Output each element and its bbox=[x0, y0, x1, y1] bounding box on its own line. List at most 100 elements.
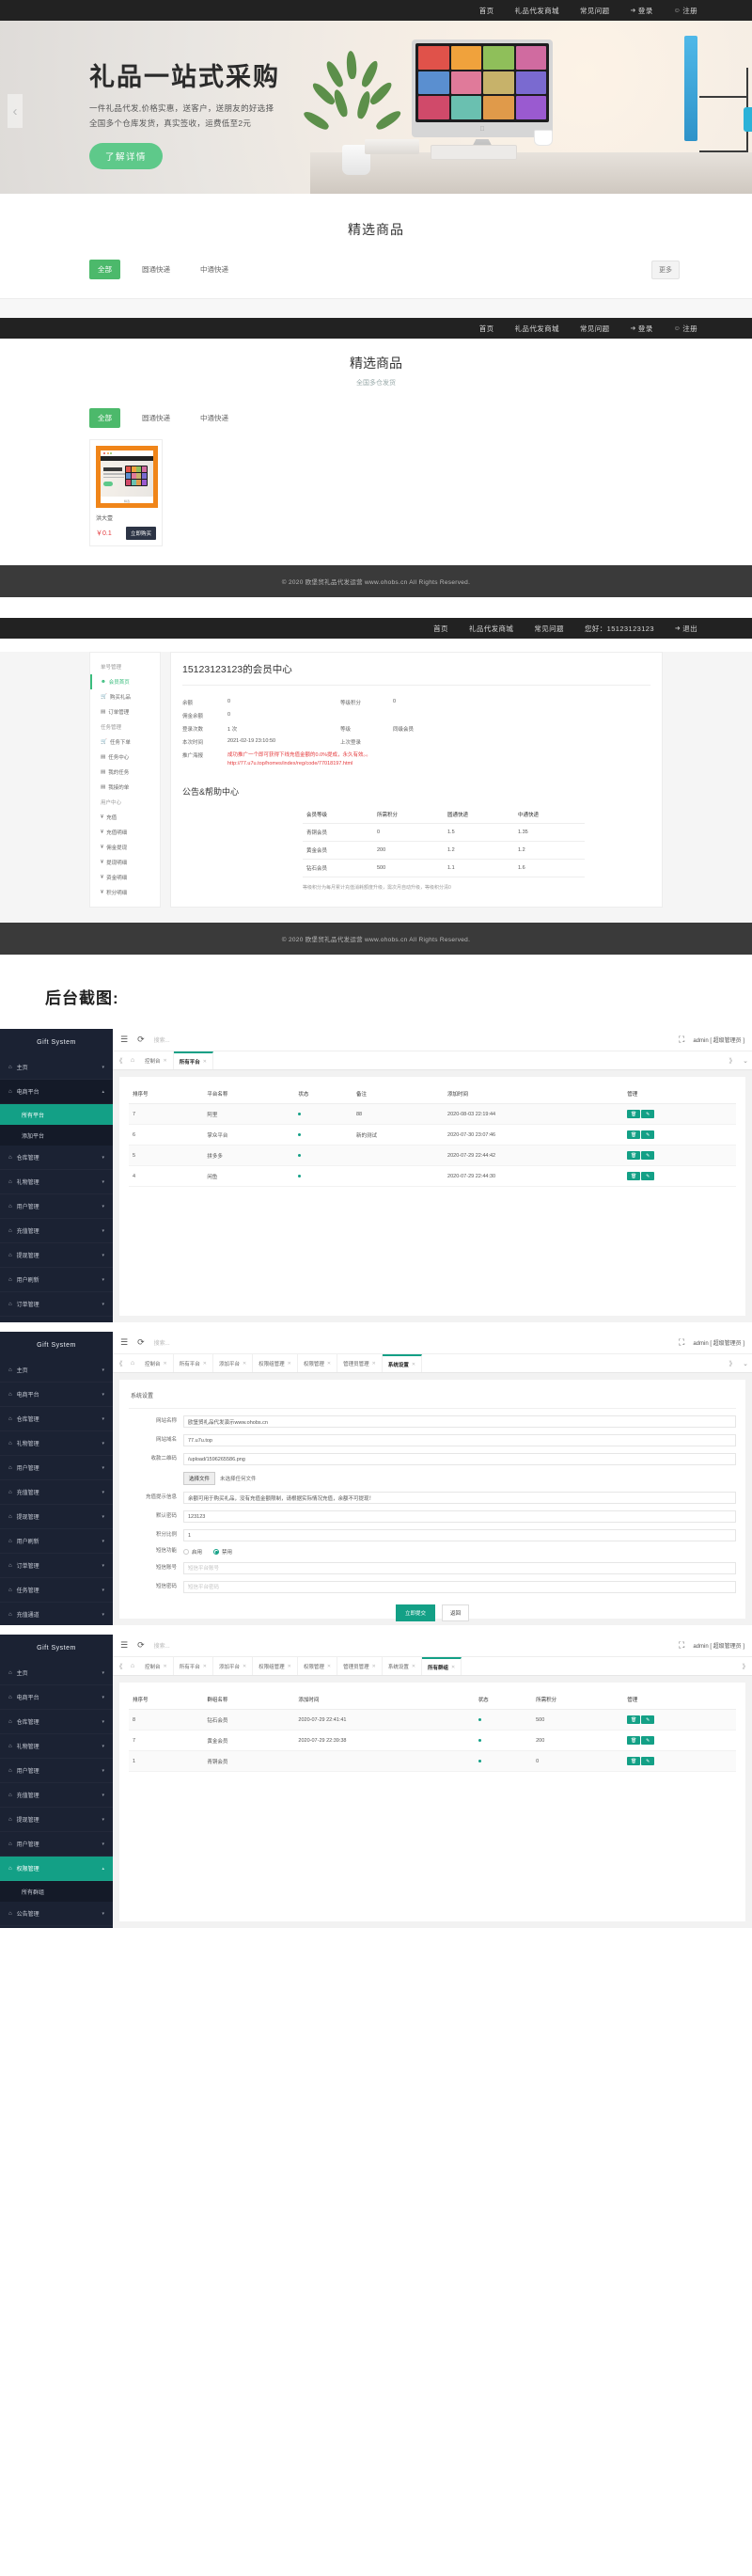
member-item-withdraw[interactable]: ¥佣金提现 bbox=[90, 840, 160, 855]
admin3-menu-7[interactable]: ⌂用户管理▾ bbox=[0, 1832, 113, 1857]
refresh-icon[interactable]: ⟳ bbox=[137, 1640, 145, 1651]
nav-item-mall[interactable]: 礼品代发商城 bbox=[515, 6, 559, 16]
filter2-tab-zt[interactable]: 中通快递 bbox=[192, 408, 237, 428]
tab-home-icon[interactable]: ⌂ bbox=[126, 1051, 139, 1069]
tab-dropdown-icon[interactable]: ⌄ bbox=[739, 1051, 752, 1069]
admin3-submenu-groups[interactable]: 所有群组 bbox=[0, 1881, 113, 1902]
mnav-logout[interactable]: ➜退出 bbox=[675, 624, 697, 634]
admin-user-label[interactable]: admin [ 超级管理员 ] bbox=[693, 1641, 744, 1650]
close-icon[interactable]: ✕ bbox=[288, 1664, 291, 1669]
learn-more-button[interactable]: 了解详情 bbox=[89, 143, 163, 169]
admin3-tab-6[interactable]: 系统设置✕ bbox=[383, 1657, 422, 1675]
delete-button[interactable]: 🗑 bbox=[627, 1736, 640, 1745]
admin3-tab-1[interactable]: 所有平台✕ bbox=[174, 1657, 213, 1675]
admin2-tab-6[interactable]: 系统设置✕ bbox=[383, 1354, 422, 1372]
admin2-menu-8[interactable]: ⌂订单管理▾ bbox=[0, 1554, 113, 1578]
close-icon[interactable]: ✕ bbox=[451, 1665, 455, 1670]
admin1-submenu-all-platforms[interactable]: 所有平台 bbox=[0, 1104, 113, 1125]
admin3-menu-8[interactable]: ⌂权限管理▴ bbox=[0, 1857, 113, 1881]
delete-button[interactable]: 🗑 bbox=[627, 1715, 640, 1724]
nav2-item-home[interactable]: 首页 bbox=[479, 324, 494, 334]
promo-link[interactable]: http://77.u7u.top/homes/index/reg/code/7… bbox=[227, 760, 650, 768]
sms-password-input[interactable] bbox=[183, 1581, 736, 1593]
fullscreen-icon[interactable]: ⛶ bbox=[679, 1035, 684, 1045]
admin-user-label[interactable]: admin [ 超级管理员 ] bbox=[693, 1035, 744, 1044]
close-icon[interactable]: ✕ bbox=[327, 1361, 331, 1367]
nav-item-login[interactable]: ➜登录 bbox=[631, 6, 653, 16]
admin1-menu-user-refresh[interactable]: ⌂用户刷新▾ bbox=[0, 1268, 113, 1292]
member-item-accepted[interactable]: ▤我接的单 bbox=[90, 780, 160, 795]
nav-item-home[interactable]: 首页 bbox=[479, 6, 494, 16]
admin1-menu-recharge[interactable]: ⌂充值管理▾ bbox=[0, 1219, 113, 1243]
search-placeholder[interactable]: 搜索... bbox=[154, 1338, 170, 1347]
admin3-menu-1[interactable]: ⌂电商平台▾ bbox=[0, 1685, 113, 1710]
admin3-menu-6[interactable]: ⌂提现管理▾ bbox=[0, 1808, 113, 1832]
admin1-menu-user[interactable]: ⌂用户管理▾ bbox=[0, 1194, 113, 1219]
admin-user-label[interactable]: admin [ 超级管理员 ] bbox=[693, 1338, 744, 1347]
close-icon[interactable]: ✕ bbox=[372, 1361, 376, 1367]
radio-sms-disable[interactable]: 禁用 bbox=[213, 1548, 232, 1556]
admin2-menu-10[interactable]: ⌂充值通道▾ bbox=[0, 1603, 113, 1625]
admin2-menu-1[interactable]: ⌂电商平台▾ bbox=[0, 1383, 113, 1407]
member-item-orders[interactable]: ▤订单管理 bbox=[90, 704, 160, 719]
buy-now-button[interactable]: 立即购买 bbox=[126, 527, 156, 540]
filter2-tab-yt[interactable]: 圆通快递 bbox=[133, 408, 179, 428]
close-icon[interactable]: ✕ bbox=[243, 1361, 246, 1367]
delete-button[interactable]: 🗑 bbox=[627, 1172, 640, 1180]
tab-prev-icon[interactable]: 《 bbox=[113, 1354, 126, 1372]
nav-item-register[interactable]: ☺注册 bbox=[674, 6, 697, 16]
site-name-input[interactable] bbox=[183, 1415, 736, 1428]
nav2-item-faq[interactable]: 常见问题 bbox=[580, 324, 610, 334]
admin3-tab-0[interactable]: 控制台✕ bbox=[139, 1657, 174, 1675]
side-tab-decor[interactable] bbox=[744, 107, 752, 132]
admin1-menu-warehouse[interactable]: ⌂仓库管理▾ bbox=[0, 1146, 113, 1170]
point-ratio-input[interactable] bbox=[183, 1529, 736, 1541]
search-placeholder[interactable]: 搜索... bbox=[154, 1641, 170, 1650]
delete-button[interactable]: 🗑 bbox=[627, 1151, 640, 1160]
admin2-menu-4[interactable]: ⌂用户管理▾ bbox=[0, 1456, 113, 1480]
tab-next-icon[interactable]: 》 bbox=[726, 1354, 739, 1372]
admin3-tab-4[interactable]: 权限管理✕ bbox=[298, 1657, 337, 1675]
admin3-menu-10[interactable]: ⌂公告管理▾ bbox=[0, 1902, 113, 1926]
admin2-menu-7[interactable]: ⌂用户刷新▾ bbox=[0, 1529, 113, 1554]
member-item-task-order[interactable]: 🛒任务下单 bbox=[90, 735, 160, 750]
member-item-recharge-detail[interactable]: ¥充值明细 bbox=[90, 825, 160, 840]
admin3-tab-7[interactable]: 所有群组✕ bbox=[422, 1657, 462, 1675]
refresh-icon[interactable]: ⟳ bbox=[137, 1035, 145, 1045]
member-item-task-center[interactable]: ▤任务中心 bbox=[90, 750, 160, 765]
tab-home-icon[interactable]: ⌂ bbox=[126, 1657, 139, 1675]
admin2-menu-0[interactable]: ⌂主页▾ bbox=[0, 1358, 113, 1383]
admin1-tab-all-platforms[interactable]: 所有平台✕ bbox=[174, 1051, 213, 1069]
admin3-menu-11[interactable]: ⌂任务管理▾ bbox=[0, 1926, 113, 1928]
filter-tab-zt[interactable]: 中通快递 bbox=[192, 260, 237, 279]
refresh-icon[interactable]: ⟳ bbox=[137, 1337, 145, 1348]
admin1-submenu-add-platform[interactable]: 添加平台 bbox=[0, 1125, 113, 1146]
admin3-menu-3[interactable]: ⌂礼物管理▾ bbox=[0, 1734, 113, 1759]
member-item-recharge[interactable]: ¥充值 bbox=[90, 810, 160, 825]
edit-button[interactable]: ✎ bbox=[641, 1757, 654, 1765]
recharge-tip-input[interactable] bbox=[183, 1492, 736, 1504]
back-button[interactable]: 返回 bbox=[442, 1604, 469, 1621]
admin1-menu-task[interactable]: ⌂任务管理▾ bbox=[0, 1317, 113, 1322]
mnav-home[interactable]: 首页 bbox=[433, 624, 448, 634]
tab-prev-icon[interactable]: 《 bbox=[113, 1657, 126, 1675]
mnav-mall[interactable]: 礼品代发商城 bbox=[469, 624, 513, 634]
close-icon[interactable]: ✕ bbox=[412, 1664, 415, 1669]
more-button[interactable]: 更多 bbox=[651, 261, 680, 279]
close-icon[interactable]: ✕ bbox=[327, 1664, 331, 1669]
close-icon[interactable]: ✕ bbox=[164, 1058, 167, 1064]
hamburger-icon[interactable]: ☰ bbox=[120, 1035, 128, 1045]
hamburger-icon[interactable]: ☰ bbox=[120, 1640, 128, 1651]
edit-button[interactable]: ✎ bbox=[641, 1110, 654, 1118]
edit-button[interactable]: ✎ bbox=[641, 1715, 654, 1724]
edit-button[interactable]: ✎ bbox=[641, 1736, 654, 1745]
admin2-menu-9[interactable]: ⌂任务管理▾ bbox=[0, 1578, 113, 1603]
edit-button[interactable]: ✎ bbox=[641, 1151, 654, 1160]
edit-button[interactable]: ✎ bbox=[641, 1130, 654, 1139]
tab-home-icon[interactable]: ⌂ bbox=[126, 1354, 139, 1372]
delete-button[interactable]: 🗑 bbox=[627, 1757, 640, 1765]
admin1-menu-platform[interactable]: ⌂电商平台▴ bbox=[0, 1080, 113, 1104]
fullscreen-icon[interactable]: ⛶ bbox=[679, 1640, 684, 1651]
admin2-tab-5[interactable]: 管理员管理✕ bbox=[337, 1354, 383, 1372]
admin1-menu-withdraw[interactable]: ⌂提现管理▾ bbox=[0, 1243, 113, 1268]
